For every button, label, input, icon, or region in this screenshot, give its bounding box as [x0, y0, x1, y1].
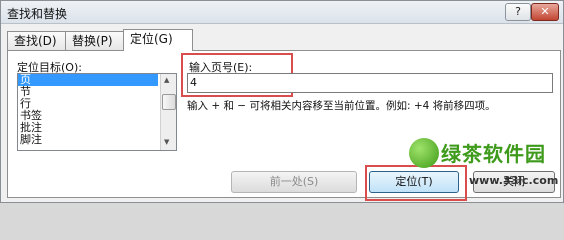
- watermark: 绿茶软件园 www.33lc.com: [409, 138, 559, 188]
- scroll-thumb[interactable]: [162, 94, 176, 110]
- help-button[interactable]: ?: [505, 3, 531, 21]
- close-icon[interactable]: ✕: [531, 3, 559, 21]
- page-number-input[interactable]: 4: [187, 73, 553, 93]
- goto-target-list[interactable]: 页 节 行 书签 批注 脚注 ▲ ▼: [17, 73, 177, 151]
- prev-button[interactable]: 前一处(S): [231, 171, 357, 193]
- list-item-page[interactable]: 页: [18, 74, 158, 86]
- title-bar: 查找和替换 ? ✕: [1, 1, 563, 24]
- scroll-up-icon[interactable]: ▲: [164, 76, 169, 84]
- list-scrollbar[interactable]: ▲ ▼: [160, 74, 176, 150]
- scroll-down-icon[interactable]: ▼: [164, 138, 169, 146]
- tab-replace[interactable]: 替换(P): [65, 31, 129, 50]
- find-replace-dialog: 查找和替换 ? ✕ 查找(D) 替换(P) 定位(G) 定位目标(O): 页 节…: [0, 0, 564, 203]
- watermark-name: 绿茶软件园: [441, 142, 546, 166]
- watermark-logo-icon: [409, 138, 439, 168]
- list-item-section[interactable]: 节: [18, 86, 176, 98]
- tab-find[interactable]: 查找(D): [7, 31, 71, 50]
- page-number-hint: 输入 + 和 − 可将相关内容移至当前位置。例如: +4 将前移四项。: [187, 100, 496, 112]
- tab-goto[interactable]: 定位(G): [123, 29, 193, 51]
- list-item-footnote[interactable]: 脚注: [18, 134, 176, 146]
- dialog-title: 查找和替换: [7, 7, 68, 21]
- watermark-url: www.33lc.com: [469, 174, 559, 187]
